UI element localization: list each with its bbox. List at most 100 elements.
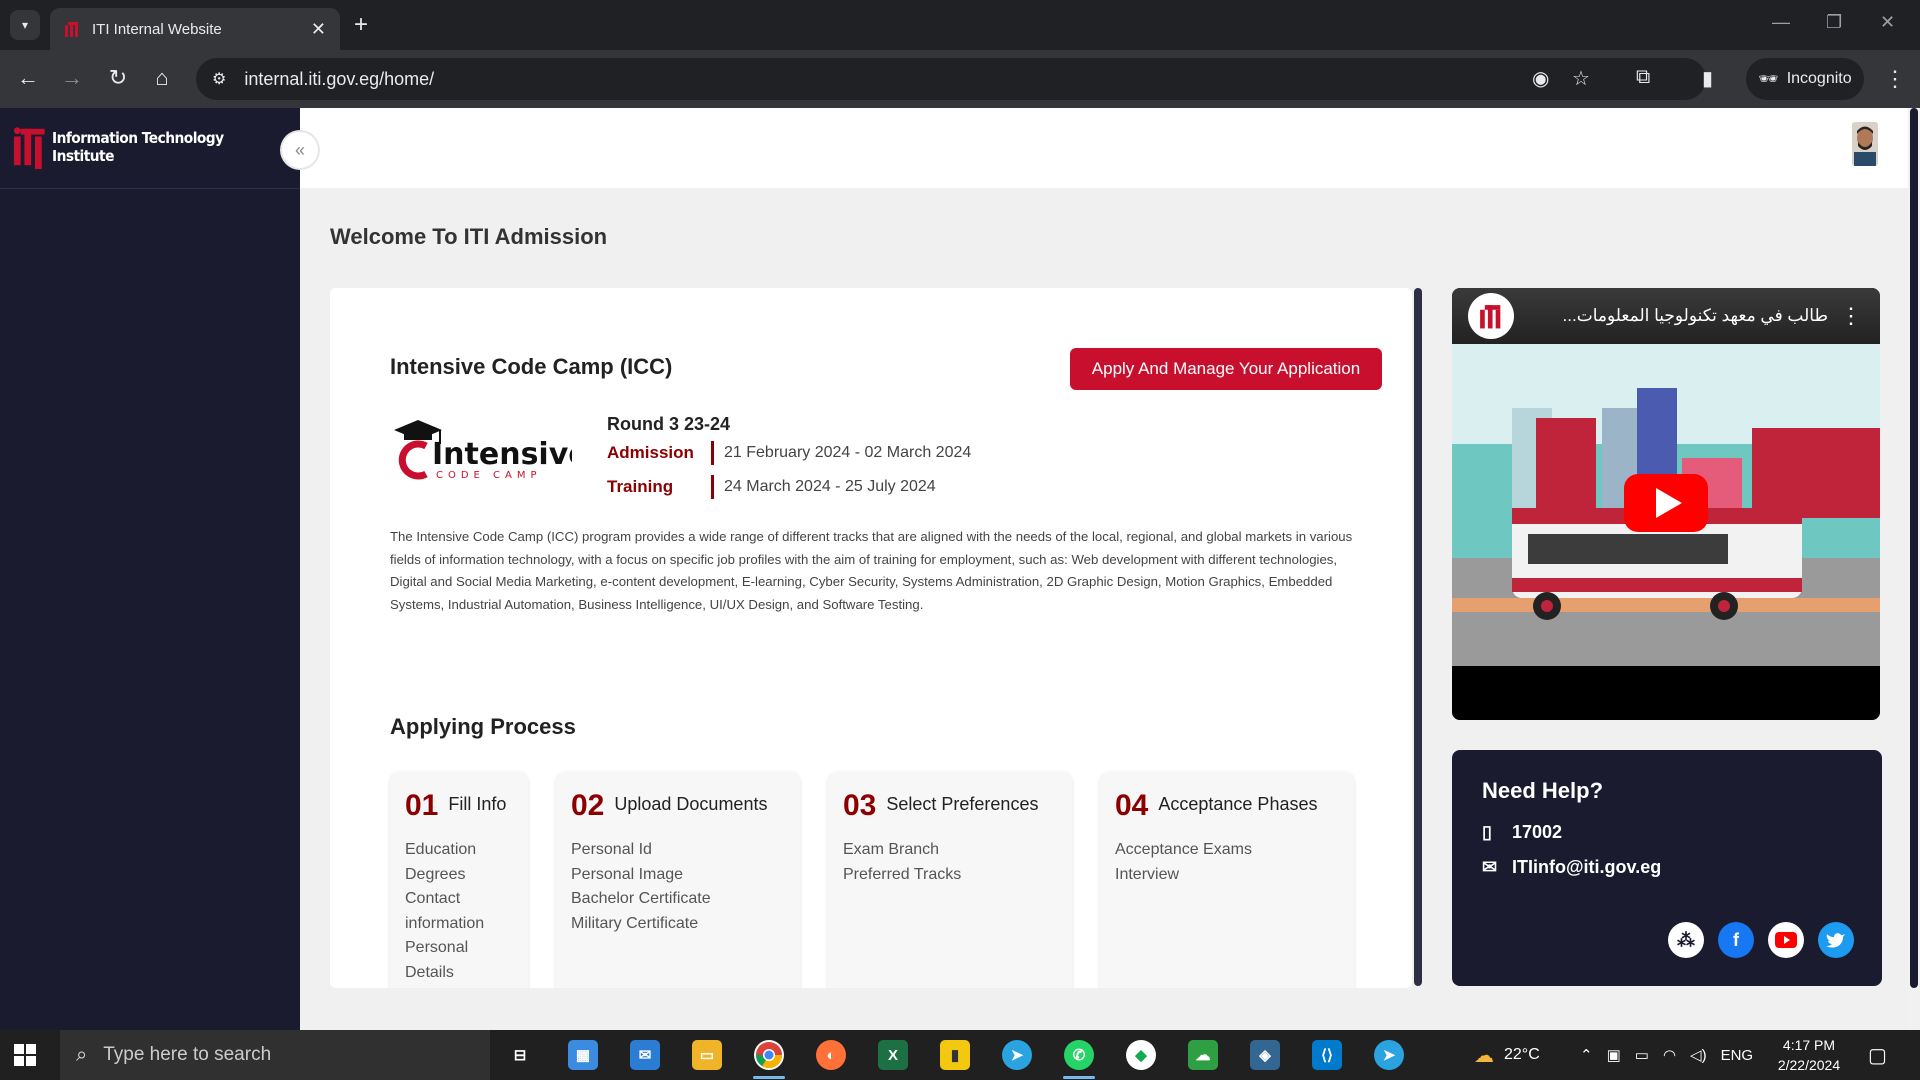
extensions-icon[interactable]: ⧉ <box>1636 66 1650 89</box>
apply-button[interactable]: Apply And Manage Your Application <box>1070 348 1382 390</box>
twitter-icon[interactable] <box>1818 922 1854 958</box>
training-divider <box>711 475 714 499</box>
step-card-fill-info: 01 Fill Info Education Degrees Contact i… <box>390 772 528 988</box>
taskbar: ⌕ Type here to search ⊟ ▦ ✉ ▭ ◐ X ▮ ➤ ✆ … <box>0 1030 1920 1080</box>
side-panel-icon[interactable]: ▮ <box>1702 66 1713 91</box>
bookmark-star-icon[interactable]: ☆ <box>1572 66 1590 91</box>
windows-start-icon[interactable] <box>14 1044 36 1066</box>
telegram-desktop-icon[interactable]: ➤ <box>1374 1040 1404 1070</box>
sidebar: Information Technology Institute <box>0 108 300 1030</box>
page-scrollbar-thumb[interactable] <box>1910 108 1918 988</box>
close-tab-icon[interactable]: ✕ <box>311 19 326 40</box>
weather-icon: ☁ <box>1474 1044 1494 1067</box>
video-header: ...طالب في معهد تكنولوجيا المعلومات ⋮ <box>1452 288 1880 344</box>
admission-label: Admission <box>607 443 694 462</box>
battery-icon[interactable]: ▭ <box>1635 1046 1649 1064</box>
channel-avatar-icon[interactable] <box>1468 293 1514 339</box>
card-scrollbar[interactable] <box>1414 288 1422 986</box>
community-icon[interactable]: ⁂ <box>1668 922 1704 958</box>
whatsapp-icon[interactable]: ✆ <box>1064 1040 1094 1070</box>
task-view-icon[interactable]: ⊟ <box>505 1040 535 1070</box>
program-description: The Intensive Code Camp (ICC) program pr… <box>390 529 1353 612</box>
chrome-icon[interactable] <box>754 1040 784 1070</box>
training-label: Training <box>607 477 674 496</box>
back-icon[interactable]: ← <box>14 66 42 90</box>
step-item: Degrees <box>405 865 466 883</box>
step-number: 02 <box>571 789 605 822</box>
language-indicator[interactable]: ENG <box>1721 1047 1754 1064</box>
collapse-sidebar-button[interactable]: « <box>282 132 318 168</box>
video-title[interactable]: ...طالب في معهد تكنولوجيا المعلومات <box>1514 306 1840 326</box>
telegram-icon[interactable]: ➤ <box>1002 1040 1032 1070</box>
help-email-row[interactable]: ✉ ITIinfo@iti.gov.eg <box>1482 857 1852 878</box>
admission-row: Admission 21 February 2024 - 02 March 20… <box>607 440 971 466</box>
tab-search-button[interactable]: ▾ <box>10 10 40 40</box>
facebook-icon[interactable]: f <box>1718 922 1754 958</box>
step-card-upload-documents: 02 Upload Documents Personal Id Personal… <box>556 772 800 988</box>
browser-tab[interactable]: ITI Internal Website ✕ <box>50 8 340 50</box>
clock[interactable]: 4:17 PM 2/22/2024 <box>1774 1035 1844 1075</box>
youtube-video-embed[interactable]: ...طالب في معهد تكنولوجيا المعلومات ⋮ <box>1452 288 1880 720</box>
logo-word: Intensive <box>432 437 572 472</box>
forward-icon[interactable]: → <box>58 66 86 90</box>
firefox-icon[interactable]: ◐ <box>816 1040 846 1070</box>
new-tab-icon[interactable]: + <box>354 12 368 38</box>
store-icon[interactable]: ▦ <box>568 1040 598 1070</box>
weather-widget[interactable]: ☁ 22°C <box>1474 1030 1540 1080</box>
address-bar[interactable]: ⚙ internal.iti.gov.eg/home/ <box>196 58 1706 100</box>
page-scrollbar[interactable] <box>1908 108 1920 1030</box>
step-item: Military Certificate <box>571 914 699 932</box>
home-icon[interactable]: ⌂ <box>148 66 176 90</box>
mongodb-compass-icon[interactable]: ◆ <box>1126 1040 1156 1070</box>
github-desktop-icon[interactable]: ☁ <box>1188 1040 1218 1070</box>
step-item: Acceptance Exams <box>1115 841 1252 858</box>
wifi-icon[interactable]: ◠ <box>1663 1046 1676 1064</box>
round-label: Round 3 23-24 <box>607 414 731 434</box>
excel-icon[interactable]: X <box>878 1040 908 1070</box>
mail-app-icon[interactable]: ✉ <box>630 1040 660 1070</box>
power-bi-icon[interactable]: ▮ <box>940 1040 970 1070</box>
top-bar <box>300 108 1908 188</box>
help-phone-row[interactable]: ▯ 17002 <box>1482 822 1852 843</box>
vscode-icon[interactable]: ⟨⟩ <box>1312 1040 1342 1070</box>
incognito-icon: 🕶 <box>1758 71 1779 88</box>
step-item: Personal Id <box>571 841 652 858</box>
youtube-icon[interactable] <box>1768 922 1804 958</box>
tab-title: ITI Internal Website <box>92 20 222 38</box>
taskbar-search[interactable]: ⌕ Type here to search <box>60 1030 490 1080</box>
reload-icon[interactable]: ↻ <box>104 66 132 90</box>
meet-now-icon[interactable]: ▣ <box>1607 1046 1621 1064</box>
step-item: information <box>405 914 485 932</box>
user-avatar-icon <box>1852 122 1878 166</box>
step-items: Exam Branch Preferred Tracks <box>843 838 1057 887</box>
incognito-badge[interactable]: 🕶 Incognito <box>1746 58 1864 100</box>
browser-menu-icon[interactable]: ⋮ <box>1884 66 1906 92</box>
step-items: Acceptance Exams Interview <box>1115 838 1339 887</box>
avatar[interactable] <box>1852 122 1878 166</box>
step-items: Education Degrees Contact information Pe… <box>405 838 513 986</box>
step-title: Fill Info <box>448 794 507 814</box>
brand[interactable]: Information Technology Institute <box>12 122 300 172</box>
notifications-icon[interactable]: ▢ <box>1868 1030 1887 1080</box>
file-explorer-icon[interactable]: ▭ <box>692 1040 722 1070</box>
site-info-icon[interactable]: ⚙ <box>212 69 226 89</box>
search-icon: ⌕ <box>76 1043 88 1066</box>
intensive-code-camp-logo: Intensive CODE CAMP <box>394 420 572 481</box>
program-card: Intensive Code Camp (ICC) Apply And Mana… <box>330 288 1412 988</box>
restore-icon[interactable]: ❐ <box>1826 12 1842 33</box>
close-window-icon[interactable]: ✕ <box>1880 12 1895 33</box>
postgresql-icon[interactable]: ◈ <box>1250 1040 1280 1070</box>
iti-favicon-icon <box>65 22 78 37</box>
show-hidden-icons-icon[interactable]: ⌃ <box>1580 1046 1593 1064</box>
step-title: Select Preferences <box>886 794 1039 814</box>
help-title: Need Help? <box>1482 778 1604 803</box>
iti-logo-icon <box>13 127 45 170</box>
step-title: Upload Documents <box>614 794 768 814</box>
step-card-acceptance-phases: 04 Acceptance Phases Acceptance Exams In… <box>1100 772 1354 988</box>
minimize-icon[interactable]: — <box>1772 12 1790 33</box>
applying-process-title: Applying Process <box>390 714 576 739</box>
incognito-label: Incognito <box>1786 70 1852 87</box>
eye-off-icon[interactable]: ◉ <box>1532 66 1549 91</box>
volume-icon[interactable]: ◁) <box>1690 1046 1707 1064</box>
video-more-icon[interactable]: ⋮ <box>1840 303 1862 329</box>
